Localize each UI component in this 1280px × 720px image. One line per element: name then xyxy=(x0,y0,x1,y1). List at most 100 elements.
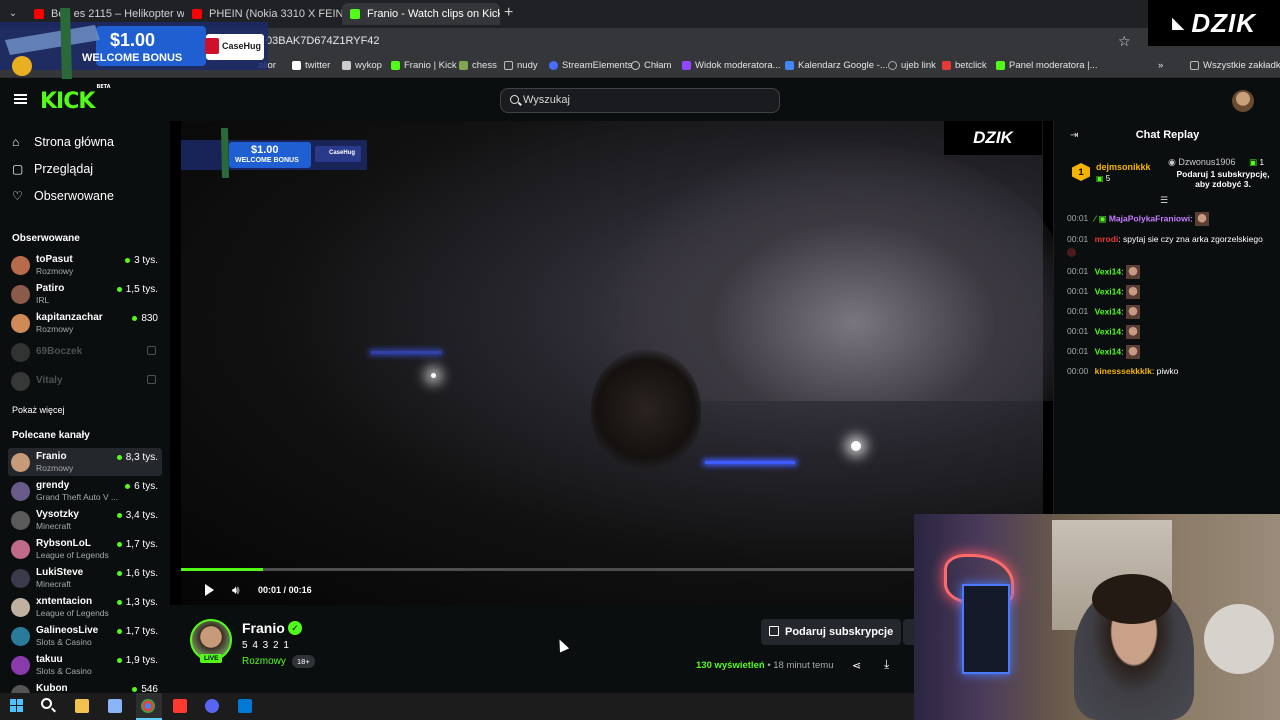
channel-name: grendy xyxy=(36,480,70,491)
all-bookmarks[interactable]: Wszystkie zakładki xyxy=(1190,60,1280,71)
channel-item-rybsonlol[interactable]: RybsonLoL League of Legends 1,7 tys. xyxy=(8,535,162,563)
message-time: 00:01 xyxy=(1067,234,1089,244)
emote-icon xyxy=(1125,345,1140,359)
bookmark-item[interactable]: Franio | Kick xyxy=(391,60,457,71)
message-user[interactable]: Vexi14 xyxy=(1095,346,1121,356)
bookmark-star-icon[interactable]: ☆ xyxy=(1118,33,1131,50)
nav-home[interactable]: ⌂ Strona główna xyxy=(12,135,114,149)
message-user[interactable]: Vexi14 xyxy=(1095,266,1121,276)
gift-sub-button[interactable]: Podaruj subskrypcje xyxy=(761,619,902,645)
ad-brand: CaseHug xyxy=(222,41,262,51)
nav-following[interactable]: ♡ Obserwowane xyxy=(12,189,114,203)
message-user[interactable]: Vexi14 xyxy=(1095,286,1121,296)
bookmark-item[interactable]: Widok moderatora... xyxy=(682,60,781,71)
bookmark-item[interactable]: chess xyxy=(459,60,497,71)
channel-item-69boczek[interactable]: 69Boczek xyxy=(8,338,162,366)
windows-start-icon[interactable] xyxy=(10,699,23,712)
webcam-overlay xyxy=(914,514,1280,720)
video-progress-bar[interactable] xyxy=(181,568,926,571)
message-user[interactable]: mrodi xyxy=(1095,234,1119,244)
channel-item-topasut[interactable]: toPasut Rozmowy 3 tys. xyxy=(8,251,162,279)
nav-browse[interactable]: ▢ Przeglądaj xyxy=(12,162,93,176)
avatar xyxy=(11,256,30,275)
message-user[interactable]: Vexi14 xyxy=(1095,306,1121,316)
chat-message: 00:01 Vexi14: xyxy=(1067,345,1272,359)
time-separator: / xyxy=(283,585,287,595)
discord-icon[interactable] xyxy=(205,699,219,713)
app-icon[interactable] xyxy=(173,699,187,713)
channel-item-lukisteve[interactable]: LukiSteve Minecraft 1,6 tys. xyxy=(8,564,162,592)
channel-item-kubon[interactable]: Kubon 546 xyxy=(8,680,162,693)
channel-item-galineoslive[interactable]: GalineosLive Slots & Casino 1,7 tys. xyxy=(8,622,162,650)
boar-icon: ◣ xyxy=(1172,15,1186,32)
url-field[interactable]: 03BAK7D674Z1RYF42 xyxy=(266,35,380,47)
channel-item-franio[interactable]: Franio Rozmowy 8,3 tys. xyxy=(8,448,162,476)
dzik-video-overlay: DZIK xyxy=(944,121,1042,155)
new-tab-icon[interactable]: + xyxy=(504,4,513,22)
video-scene xyxy=(591,349,701,469)
chrome-icon[interactable] xyxy=(141,699,155,713)
channel-item-xntentacion[interactable]: xntentacion League of Legends 1,3 tys. xyxy=(8,593,162,621)
search-input[interactable]: Wyszukaj xyxy=(500,88,780,113)
viewer-count: 3 tys. xyxy=(125,255,158,266)
channel-name: Vitaly xyxy=(36,375,63,386)
message-user[interactable]: Vexi14 xyxy=(1095,326,1121,336)
kick-logo[interactable]: KICKBETA xyxy=(40,84,111,114)
views-count: 130 xyxy=(696,660,712,671)
bookmark-label: Widok moderatora... xyxy=(695,60,781,71)
avatar xyxy=(11,343,30,362)
download-icon[interactable]: ⤓ xyxy=(884,657,889,672)
dzik-text: DZIK xyxy=(973,128,1013,147)
message-user[interactable]: MajaPolykaFraniowi xyxy=(1109,213,1190,223)
bookmark-item[interactable]: ujeb link xyxy=(888,60,936,71)
streamer-name[interactable]: Franio xyxy=(242,620,285,636)
bookmark-item[interactable]: wykop xyxy=(342,60,382,71)
user-avatar[interactable] xyxy=(1232,90,1254,112)
chat-message: 00:01 Vexi14: xyxy=(1067,305,1272,319)
bookmark-label: twitter xyxy=(305,60,331,71)
nav-label: Obserwowane xyxy=(34,189,114,203)
app-icon[interactable] xyxy=(238,699,252,713)
casino-mini-overlay: $1.00 WELCOME BONUS CaseHug xyxy=(181,126,367,180)
bookmark-item[interactable]: Kalendarz Google -... xyxy=(785,60,888,71)
windows-taskbar xyxy=(0,693,914,720)
emote-icon xyxy=(1067,248,1076,258)
bookmark-item[interactable]: StreamElements xyxy=(549,60,632,71)
share-icon[interactable]: ⋖ xyxy=(852,659,861,672)
channel-item-patiro[interactable]: Patiro IRL 1,5 tys. xyxy=(8,280,162,308)
message-user[interactable]: kinesssekkklk xyxy=(1095,366,1152,376)
channel-item-grendy[interactable]: grendy Grand Theft Auto V ... 6 tys. xyxy=(8,477,162,505)
channel-item-takuu[interactable]: takuu Slots & Casino 1,9 tys. xyxy=(8,651,162,679)
chat-message: 00:01 Vexi14: xyxy=(1067,285,1272,299)
viewer-count: 1,9 tys. xyxy=(117,655,158,666)
gift-prompt[interactable]: Podaruj 1 subskrypcję, aby zdobyć 3. xyxy=(1168,169,1278,189)
browser-tab-3[interactable]: Franio - Watch clips on Kick × xyxy=(342,3,500,25)
logo-text: KICK xyxy=(40,89,95,114)
bookmark-item[interactable]: Chłam xyxy=(631,60,671,71)
file-explorer-icon[interactable] xyxy=(75,699,89,713)
menu-icon[interactable] xyxy=(14,94,27,104)
bookmark-item[interactable]: betclick xyxy=(942,60,987,71)
show-more-link[interactable]: Pokaż więcej xyxy=(12,405,65,415)
video-scene xyxy=(705,461,795,464)
emote-icon xyxy=(1125,265,1140,279)
channel-item-vitaly[interactable]: Vitaly xyxy=(8,367,162,395)
bookmark-item[interactable]: twitter xyxy=(292,60,330,71)
more-bookmarks-icon[interactable]: » xyxy=(1158,60,1163,71)
sub-icon: ▣ xyxy=(1096,174,1106,183)
channel-item-kapitanzachar[interactable]: kapitanzachar Rozmowy 830 xyxy=(8,309,162,337)
heart-icon: ♡ xyxy=(12,189,23,203)
category-link[interactable]: Rozmowy xyxy=(242,656,286,667)
channel-item-vysotzky[interactable]: Vysotzky Minecraft 3,4 tys. xyxy=(8,506,162,534)
subscribe-button[interactable] xyxy=(903,619,914,645)
filter-icon[interactable]: ☰ xyxy=(1160,195,1168,206)
verified-icon: ✓ xyxy=(288,621,302,635)
play-icon[interactable] xyxy=(205,584,214,596)
volume-icon[interactable]: 🔊︎ xyxy=(232,583,240,598)
bookmark-item[interactable]: nudy xyxy=(504,60,538,71)
emote-icon xyxy=(1125,285,1140,299)
bookmark-item[interactable]: Panel moderatora |... xyxy=(996,60,1098,71)
channel-name: xntentacion xyxy=(36,596,93,607)
taskbar-search-icon[interactable] xyxy=(41,698,52,709)
app-icon[interactable] xyxy=(108,699,122,713)
